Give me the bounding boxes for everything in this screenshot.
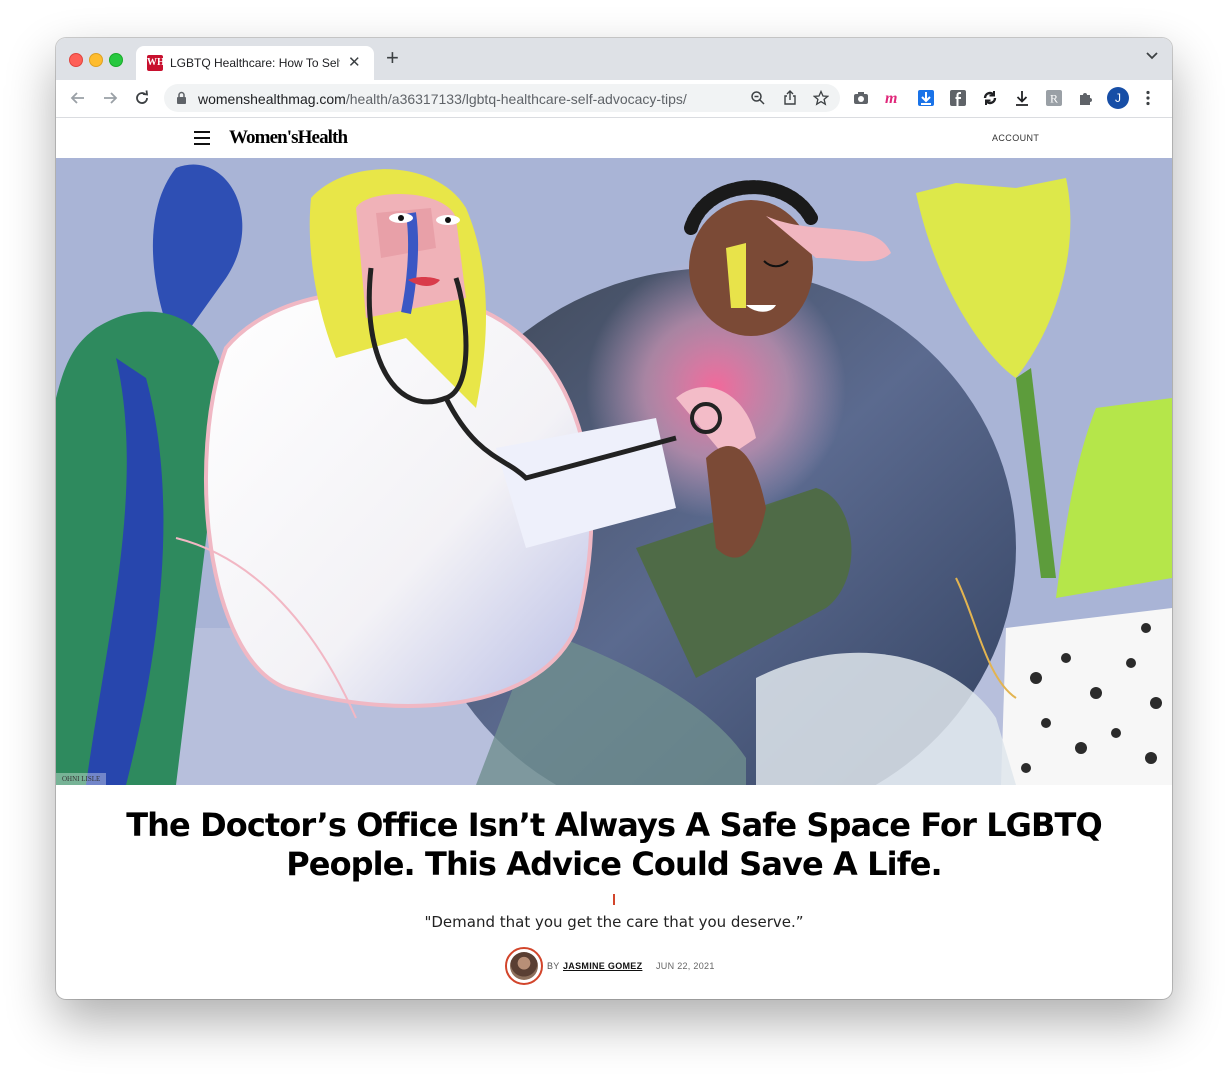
- more-vert-icon[interactable]: [1146, 90, 1150, 106]
- chevron-down-icon[interactable]: [1146, 52, 1158, 60]
- close-window-button[interactable]: [69, 53, 83, 67]
- new-tab-button[interactable]: +: [386, 47, 399, 69]
- url-host: womenshealthmag.com: [198, 91, 346, 107]
- sync-icon[interactable]: [981, 89, 999, 107]
- womens-health-favicon: WH: [147, 55, 165, 71]
- zoom-out-icon[interactable]: [750, 90, 766, 106]
- lock-icon[interactable]: [176, 91, 187, 105]
- r-extension-icon[interactable]: R: [1045, 89, 1063, 107]
- tab-active[interactable]: WH LGBTQ Healthcare: How To Self-Advocat…: [136, 46, 374, 80]
- headline-divider: [613, 894, 615, 905]
- back-arrow-icon[interactable]: [68, 88, 88, 108]
- url-text[interactable]: womenshealthmag.com/health/a36317133/lgb…: [198, 91, 687, 107]
- facebook-icon[interactable]: [949, 89, 967, 107]
- forward-arrow-icon[interactable]: [100, 88, 120, 108]
- puzzle-icon[interactable]: [1077, 89, 1095, 107]
- profile-avatar[interactable]: J: [1107, 87, 1129, 109]
- menu-icon[interactable]: [194, 131, 210, 145]
- doctor-patient-illustration: [56, 158, 1172, 785]
- reload-icon[interactable]: [132, 88, 152, 108]
- zoom-window-button[interactable]: [109, 53, 123, 67]
- download-icon[interactable]: [1013, 89, 1031, 107]
- close-icon[interactable]: ✕: [348, 53, 361, 71]
- tab-title: LGBTQ Healthcare: How To Self-Advocate: [170, 56, 340, 70]
- site-header: Women'sHealth ACCOUNT: [56, 118, 1172, 158]
- download-arrow-icon[interactable]: [917, 89, 935, 107]
- address-bar[interactable]: womenshealthmag.com/health/a36317133/lgb…: [164, 84, 840, 112]
- article-headline: The Doctor’s Office Isn’t Always A Safe …: [126, 806, 1102, 883]
- svg-text:R: R: [1050, 92, 1058, 106]
- byline-prefix: BY: [547, 961, 560, 971]
- site-logo[interactable]: Women'sHealth: [229, 127, 348, 149]
- author-avatar[interactable]: [505, 947, 543, 985]
- publish-date: JUN 22, 2021: [656, 961, 715, 971]
- share-icon[interactable]: [782, 90, 798, 106]
- hero-illustration: OHNI LISLE: [56, 158, 1172, 785]
- account-link[interactable]: ACCOUNT: [992, 133, 1039, 143]
- url-path: /health/a36317133/lgbtq-healthcare-self-…: [345, 91, 687, 107]
- minimize-window-button[interactable]: [89, 53, 103, 67]
- camera-icon[interactable]: [852, 89, 870, 107]
- tab-bar: WH LGBTQ Healthcare: How To Self-Advocat…: [56, 38, 1172, 80]
- browser-toolbar: womenshealthmag.com/health/a36317133/lgb…: [56, 80, 1172, 118]
- image-credit: OHNI LISLE: [56, 773, 107, 785]
- m-extension-icon[interactable]: m: [884, 89, 902, 107]
- svg-text:m: m: [885, 90, 897, 107]
- bookmark-star-icon[interactable]: [813, 90, 829, 106]
- article-dek: "Demand that you get the care that you d…: [424, 913, 804, 931]
- author-link[interactable]: JASMINE GOMEZ: [563, 961, 642, 971]
- browser-window: WH LGBTQ Healthcare: How To Self-Advocat…: [56, 38, 1172, 999]
